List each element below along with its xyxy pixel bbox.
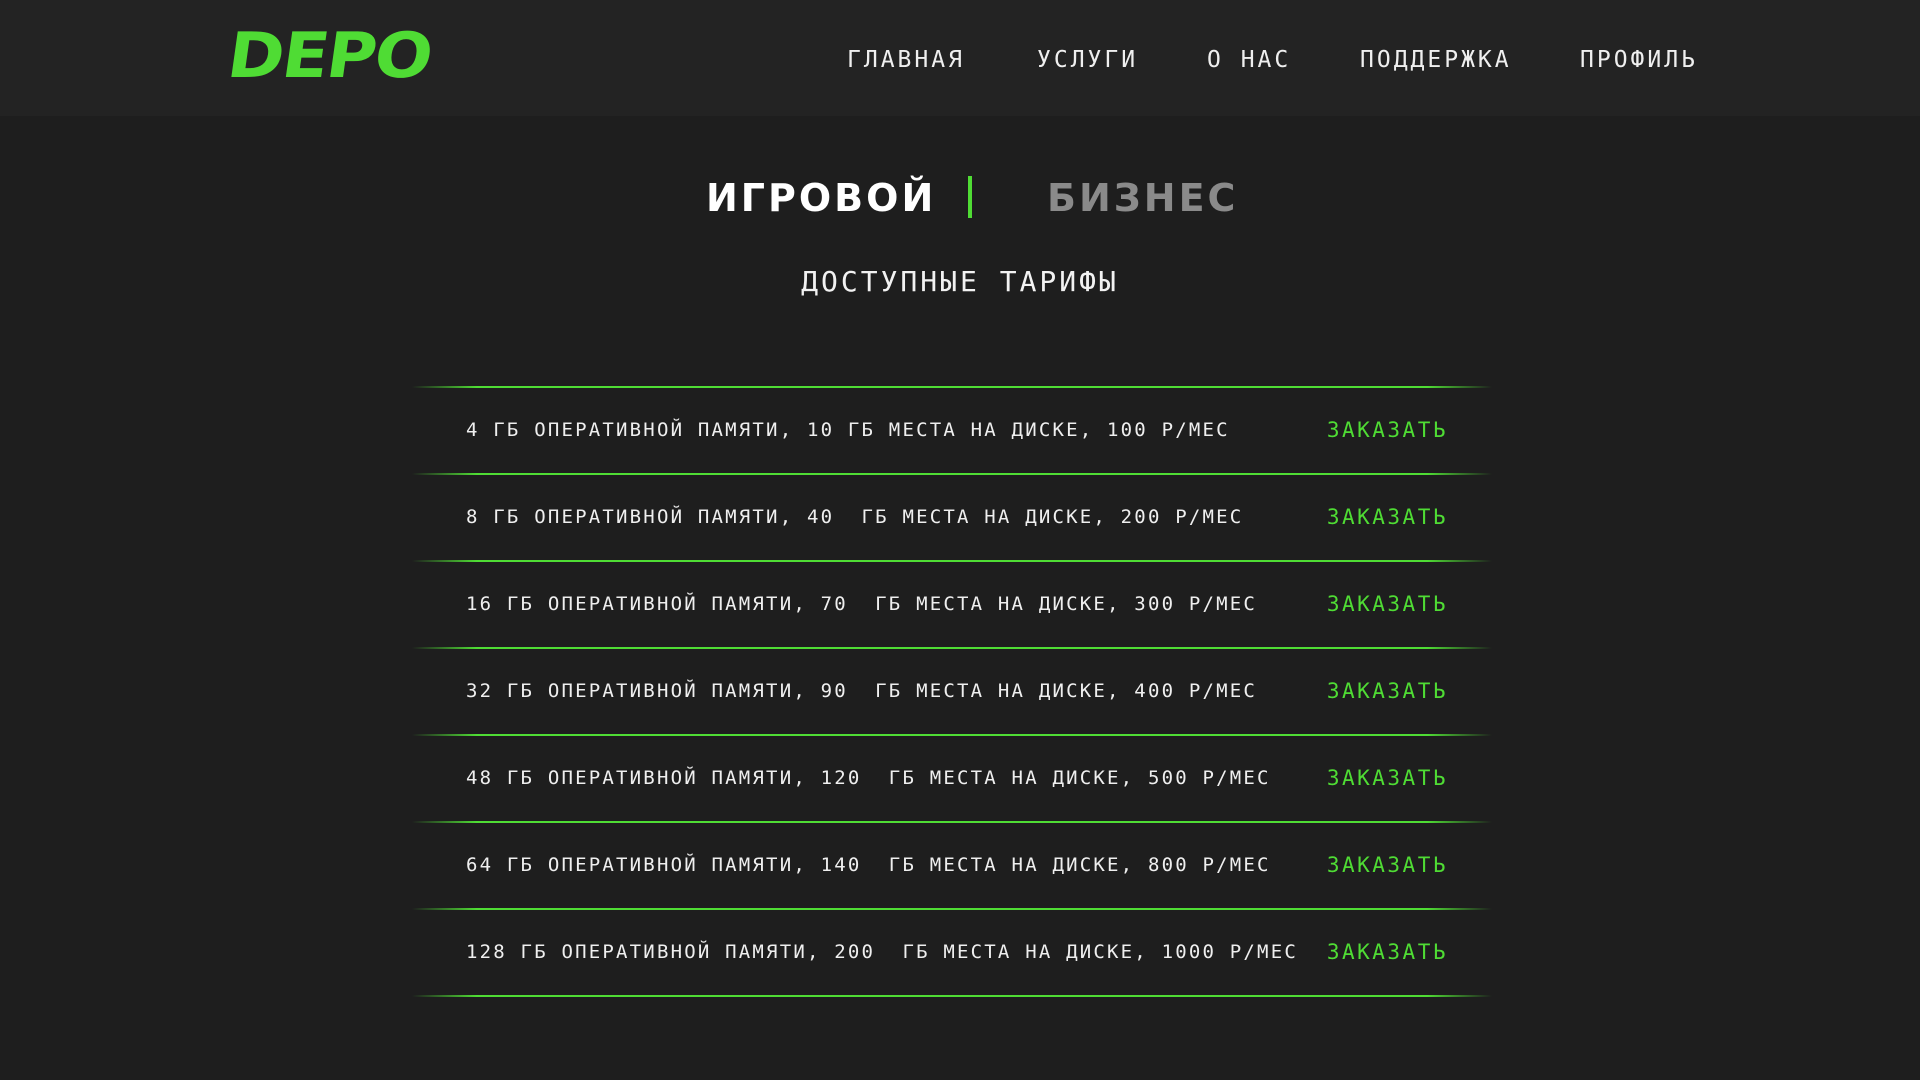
plan-row: 16 ГБ ОПЕРАТИВНОЙ ПАМЯТИ, 70 ГБ МЕСТА НА… [412,562,1492,647]
order-button[interactable]: ЗАКАЗАТЬ [1327,910,1448,995]
order-button[interactable]: ЗАКАЗАТЬ [1327,562,1448,647]
site-header: DEPO ГЛАВНАЯ УСЛУГИ О НАС ПОДДЕРЖКА ПРОФ… [0,0,1920,116]
plan-row: 128 ГБ ОПЕРАТИВНОЙ ПАМЯТИ, 200 ГБ МЕСТА … [412,910,1492,995]
plan-row: 64 ГБ ОПЕРАТИВНОЙ ПАМЯТИ, 140 ГБ МЕСТА Н… [412,823,1492,908]
tab-business[interactable]: БИЗНЕС [1047,168,1238,228]
plan-description: 4 ГБ ОПЕРАТИВНОЙ ПАМЯТИ, 10 ГБ МЕСТА НА … [466,419,1230,441]
section-title: ДОСТУПНЫЕ ТАРИФЫ [801,265,1119,298]
main-nav: ГЛАВНАЯ УСЛУГИ О НАС ПОДДЕРЖКА ПРОФИЛЬ [0,40,1920,80]
category-tabs: ИГРОВОЙ БИЗНЕС [0,168,1920,228]
nav-item-services[interactable]: УСЛУГИ [1037,40,1138,80]
order-button[interactable]: ЗАКАЗАТЬ [1327,649,1448,734]
plan-row: 4 ГБ ОПЕРАТИВНОЙ ПАМЯТИ, 10 ГБ МЕСТА НА … [412,388,1492,473]
plan-description: 16 ГБ ОПЕРАТИВНОЙ ПАМЯТИ, 70 ГБ МЕСТА НА… [466,593,1258,615]
plan-description: 8 ГБ ОПЕРАТИВНОЙ ПАМЯТИ, 40 ГБ МЕСТА НА … [466,506,1244,528]
plan-row: 32 ГБ ОПЕРАТИВНОЙ ПАМЯТИ, 90 ГБ МЕСТА НА… [412,649,1492,734]
plan-description: 48 ГБ ОПЕРАТИВНОЙ ПАМЯТИ, 120 ГБ МЕСТА Н… [466,767,1271,789]
tab-divider [968,176,972,218]
tab-gaming[interactable]: ИГРОВОЙ [706,168,936,228]
plans-list: 4 ГБ ОПЕРАТИВНОЙ ПАМЯТИ, 10 ГБ МЕСТА НА … [412,386,1492,997]
nav-item-about[interactable]: О НАС [1207,40,1291,80]
plan-description: 64 ГБ ОПЕРАТИВНОЙ ПАМЯТИ, 140 ГБ МЕСТА Н… [466,854,1271,876]
order-button[interactable]: ЗАКАЗАТЬ [1327,823,1448,908]
plan-description: 128 ГБ ОПЕРАТИВНОЙ ПАМЯТИ, 200 ГБ МЕСТА … [466,941,1298,963]
nav-item-home[interactable]: ГЛАВНАЯ [847,40,965,80]
nav-item-profile[interactable]: ПРОФИЛЬ [1580,40,1698,80]
plan-description: 32 ГБ ОПЕРАТИВНОЙ ПАМЯТИ, 90 ГБ МЕСТА НА… [466,680,1258,702]
plan-row: 8 ГБ ОПЕРАТИВНОЙ ПАМЯТИ, 40 ГБ МЕСТА НА … [412,475,1492,560]
plan-row: 48 ГБ ОПЕРАТИВНОЙ ПАМЯТИ, 120 ГБ МЕСТА Н… [412,736,1492,821]
order-button[interactable]: ЗАКАЗАТЬ [1327,388,1448,473]
order-button[interactable]: ЗАКАЗАТЬ [1327,475,1448,560]
plan-divider [412,995,1492,997]
nav-item-support[interactable]: ПОДДЕРЖКА [1360,40,1512,80]
order-button[interactable]: ЗАКАЗАТЬ [1327,736,1448,821]
